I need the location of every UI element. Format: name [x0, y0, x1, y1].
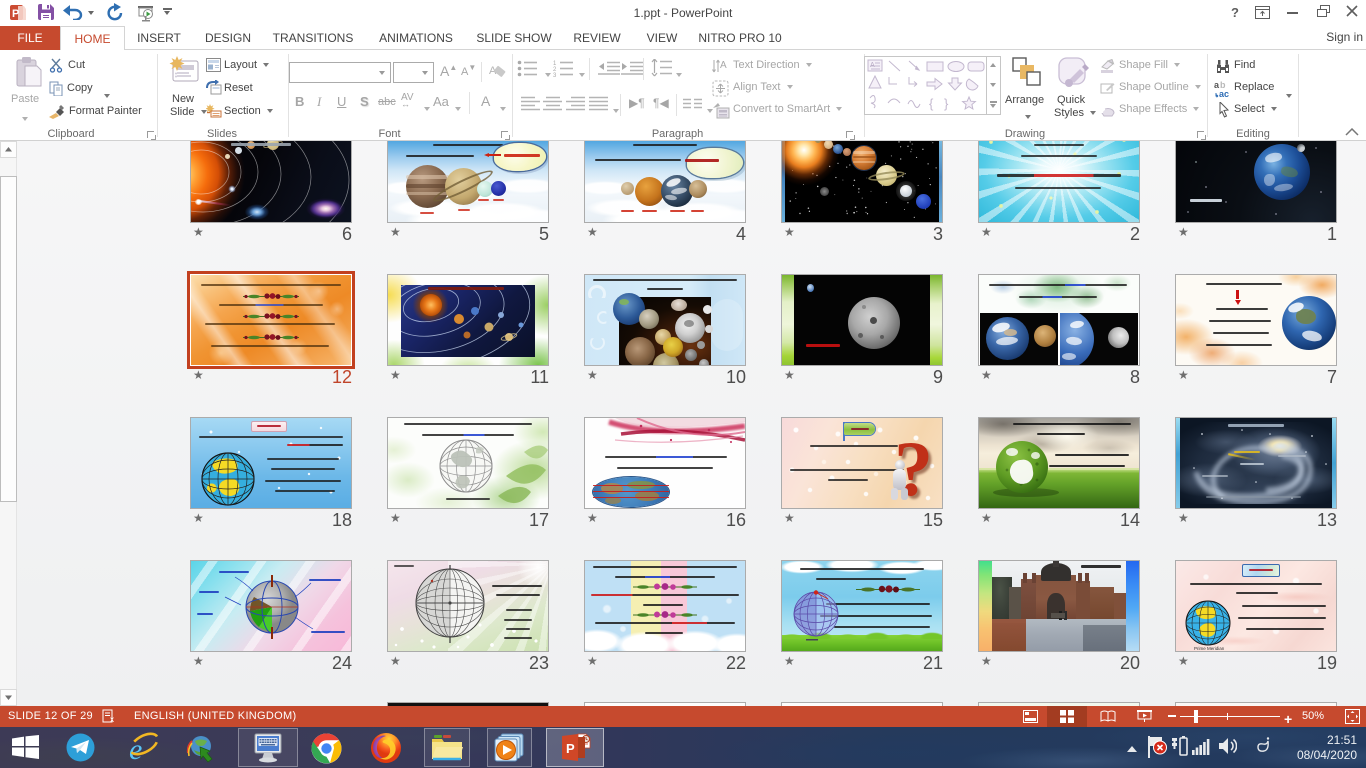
svg-text:{: {: [929, 96, 934, 111]
svg-text:}: }: [944, 96, 949, 111]
svg-text:P: P: [12, 8, 19, 20]
svg-text:ac: ac: [1219, 89, 1229, 99]
svg-text:Prime Meridian: Prime Meridian: [1194, 646, 1225, 651]
svg-text:A: A: [720, 60, 727, 71]
svg-text:P: P: [566, 741, 575, 756]
svg-text:x: x: [110, 715, 114, 724]
svg-text:3: 3: [553, 73, 557, 77]
